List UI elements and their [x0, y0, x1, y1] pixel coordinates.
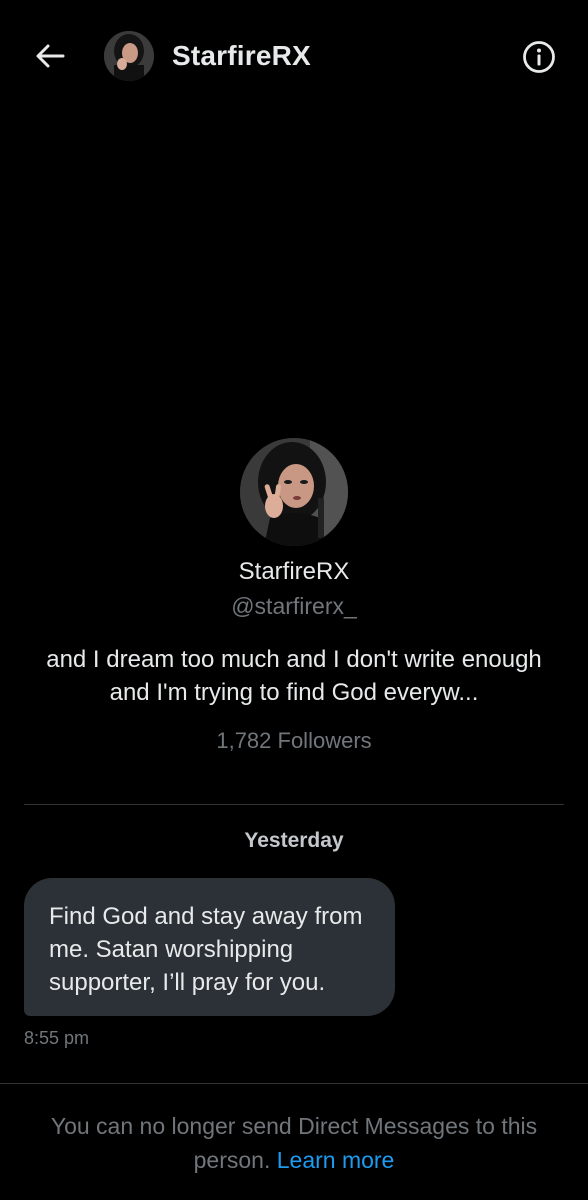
back-button[interactable] — [30, 36, 70, 76]
message-bubble[interactable]: Find God and stay away from me. Satan wo… — [24, 878, 395, 1016]
footer-divider — [0, 1083, 588, 1084]
header-avatar[interactable] — [104, 31, 154, 81]
profile-portrait-image — [240, 438, 348, 546]
profile-bio: and I dream too much and I don't write e… — [46, 646, 542, 706]
info-circle-icon — [523, 41, 555, 73]
message-text: Find God and stay away from me. Satan wo… — [49, 903, 363, 996]
profile-name[interactable]: StarfireRX — [0, 558, 588, 586]
date-separator: Yesterday — [244, 829, 344, 852]
followers-count[interactable]: 1,782 Followers — [0, 728, 588, 754]
dm-disabled-notice: You can no longer send Direct Messages t… — [30, 1109, 558, 1177]
conversation-title[interactable]: StarfireRX — [172, 40, 311, 72]
info-button[interactable] — [520, 38, 558, 76]
dm-conversation-screen: StarfireRX StarfireRX @starfirerx_ and I… — [0, 0, 588, 1200]
learn-more-link[interactable]: Learn more — [277, 1147, 395, 1173]
divider — [24, 804, 564, 805]
avatar-portrait-image — [104, 31, 154, 81]
profile-handle[interactable]: @starfirerx_ — [0, 593, 588, 620]
conversation-header: StarfireRX — [0, 0, 588, 112]
arrow-left-icon — [36, 44, 65, 68]
profile-avatar[interactable] — [240, 438, 348, 546]
message-timestamp: 8:55 pm — [24, 1028, 90, 1048]
